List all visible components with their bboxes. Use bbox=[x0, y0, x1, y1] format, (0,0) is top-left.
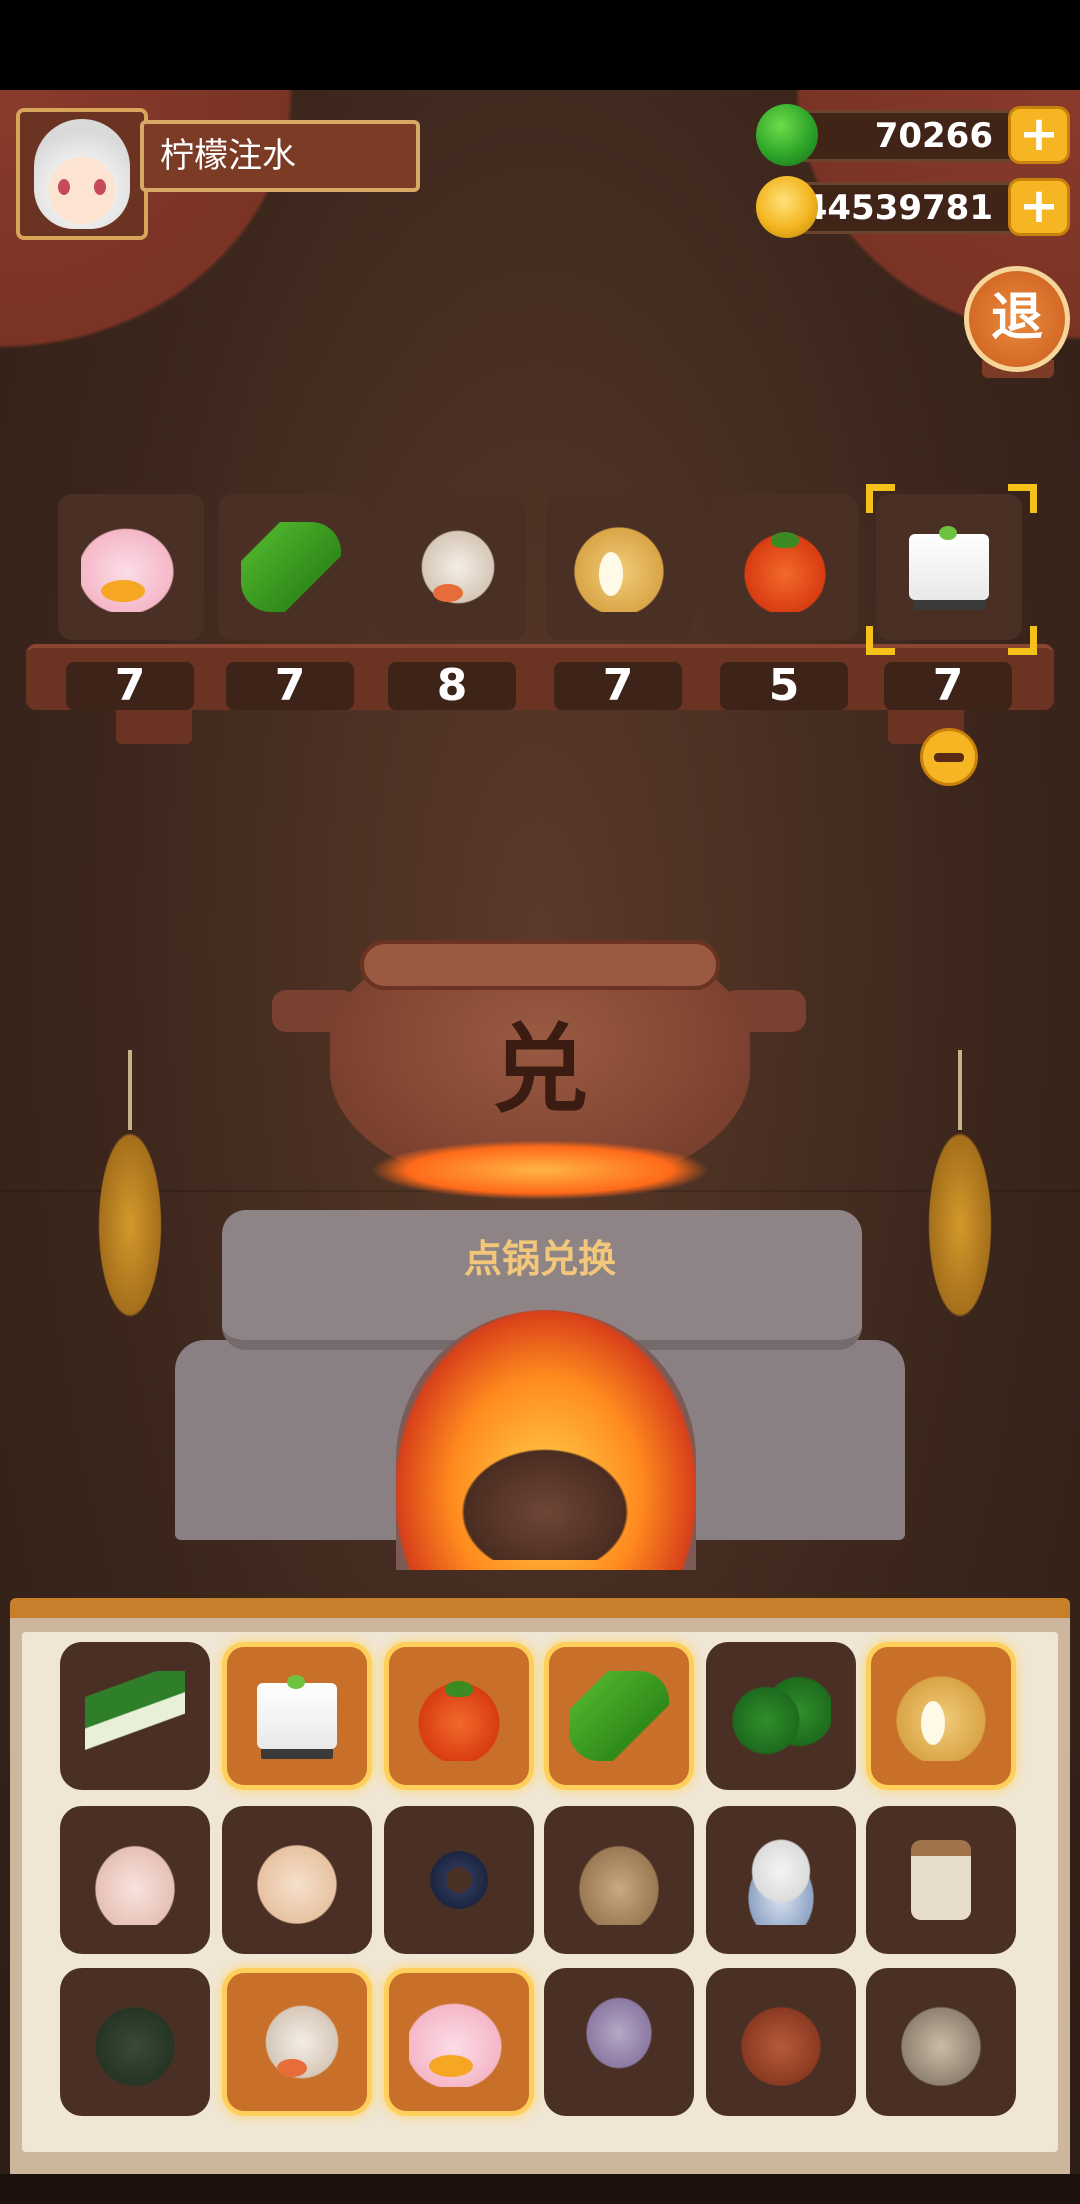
tomato-icon bbox=[409, 1671, 509, 1761]
shrimp-icon bbox=[403, 522, 503, 612]
selected-count: 8 bbox=[388, 662, 516, 710]
corn-string bbox=[128, 1050, 132, 1130]
clam-icon bbox=[891, 1997, 991, 2087]
duck-icon bbox=[409, 1997, 509, 2087]
pot-fire-glow bbox=[370, 1140, 710, 1200]
inventory-item[interactable] bbox=[544, 1806, 694, 1954]
selection-corner bbox=[1008, 626, 1037, 655]
selected-slot-active[interactable] bbox=[876, 494, 1022, 640]
tomato-icon bbox=[735, 522, 835, 612]
duck-icon bbox=[81, 522, 181, 612]
eel-icon bbox=[409, 1835, 509, 1925]
hanging-corn-icon bbox=[94, 1120, 166, 1330]
selected-slot[interactable] bbox=[218, 494, 364, 640]
selected-count: 7 bbox=[884, 662, 1012, 710]
squid-icon bbox=[569, 1997, 669, 2087]
potato-icon bbox=[891, 1671, 991, 1761]
selection-corner bbox=[1008, 484, 1037, 513]
player-name: 柠檬注水 bbox=[140, 120, 420, 192]
selection-corner bbox=[866, 626, 895, 655]
shrimp-icon bbox=[247, 1997, 347, 2087]
inventory-item[interactable] bbox=[60, 1968, 210, 2116]
inventory-item-selected[interactable] bbox=[866, 1642, 1016, 1790]
inventory-item[interactable] bbox=[60, 1642, 210, 1790]
exit-button[interactable]: 退 bbox=[964, 266, 1070, 372]
tofu-icon bbox=[257, 1675, 337, 1749]
player-avatar[interactable] bbox=[16, 108, 148, 240]
pot-rim bbox=[360, 940, 720, 990]
selected-count: 7 bbox=[226, 662, 354, 710]
potato-icon bbox=[569, 522, 669, 612]
inventory-item[interactable] bbox=[222, 1806, 372, 1954]
chicken-icon bbox=[85, 1835, 185, 1925]
crab-icon bbox=[85, 1997, 185, 2087]
selected-count: 5 bbox=[720, 662, 848, 710]
corn-string bbox=[958, 1050, 962, 1130]
inventory-item[interactable] bbox=[706, 1642, 856, 1790]
selected-slot[interactable] bbox=[712, 494, 858, 640]
cucumber-icon bbox=[241, 522, 341, 612]
coin-icon bbox=[756, 176, 818, 238]
green-pepper-icon bbox=[731, 1671, 831, 1761]
egg-icon bbox=[247, 1835, 347, 1925]
avatar-face-icon bbox=[34, 119, 130, 229]
leek-icon bbox=[85, 1671, 185, 1761]
rice-bowl-icon bbox=[731, 1835, 831, 1925]
hanging-corn-icon bbox=[924, 1120, 996, 1330]
inventory-item[interactable] bbox=[866, 1806, 1016, 1954]
selected-slot[interactable] bbox=[58, 494, 204, 640]
exchange-label[interactable]: 点锅兑换 bbox=[400, 1228, 680, 1283]
inventory-item[interactable] bbox=[706, 1968, 856, 2116]
firewood-icon bbox=[450, 1440, 640, 1560]
tofu-icon bbox=[909, 526, 989, 600]
inventory-item-selected[interactable] bbox=[384, 1642, 534, 1790]
inventory-item[interactable] bbox=[706, 1806, 856, 1954]
inventory-item[interactable] bbox=[544, 1968, 694, 2116]
selection-corner bbox=[866, 484, 895, 513]
inventory-item-selected[interactable] bbox=[384, 1968, 534, 2116]
cucumber-icon bbox=[569, 1671, 669, 1761]
meat-icon bbox=[731, 1997, 831, 2087]
selected-count: 7 bbox=[554, 662, 682, 710]
inventory-item-selected[interactable] bbox=[222, 1642, 372, 1790]
inventory-item[interactable] bbox=[384, 1806, 534, 1954]
inventory-item-selected[interactable] bbox=[222, 1968, 372, 2116]
add-gems-button[interactable]: + bbox=[1008, 106, 1070, 164]
decrease-button[interactable] bbox=[920, 728, 978, 786]
add-coins-button[interactable]: + bbox=[1008, 178, 1070, 236]
bottom-edge bbox=[0, 2174, 1080, 2204]
inventory-item-selected[interactable] bbox=[544, 1642, 694, 1790]
gem-icon bbox=[756, 104, 818, 166]
pot-symbol: 兑 bbox=[492, 1014, 588, 1126]
inventory-item[interactable] bbox=[866, 1968, 1016, 2116]
grain-sack-icon bbox=[569, 1835, 669, 1925]
jar-icon bbox=[911, 1840, 971, 1920]
selected-count: 7 bbox=[66, 662, 194, 710]
inventory-item[interactable] bbox=[60, 1806, 210, 1954]
selected-slot[interactable] bbox=[380, 494, 526, 640]
selected-slot[interactable] bbox=[546, 494, 692, 640]
